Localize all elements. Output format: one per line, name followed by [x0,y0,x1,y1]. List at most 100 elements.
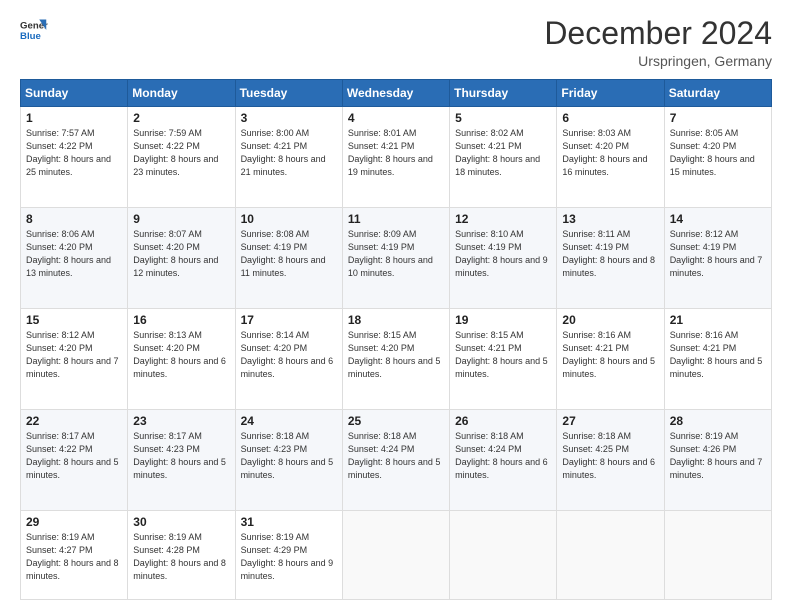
svg-text:Blue: Blue [20,31,41,42]
day-info: Sunrise: 8:00 AMSunset: 4:21 PMDaylight:… [241,127,337,179]
table-row: 8 Sunrise: 8:06 AMSunset: 4:20 PMDaylight… [21,208,128,309]
table-row: 9 Sunrise: 8:07 AMSunset: 4:20 PMDaylight… [128,208,235,309]
col-monday: Monday [128,80,235,107]
table-row: 15 Sunrise: 8:12 AMSunset: 4:20 PMDayligh… [21,309,128,410]
table-row: 18 Sunrise: 8:15 AMSunset: 4:20 PMDayligh… [342,309,449,410]
day-info: Sunrise: 8:09 AMSunset: 4:19 PMDaylight:… [348,228,444,280]
day-info: Sunrise: 8:19 AMSunset: 4:28 PMDaylight:… [133,531,229,583]
day-number: 2 [133,111,229,125]
day-number: 30 [133,515,229,529]
day-info: Sunrise: 8:07 AMSunset: 4:20 PMDaylight:… [133,228,229,280]
table-row: 2 Sunrise: 7:59 AMSunset: 4:22 PMDaylight… [128,107,235,208]
table-row [664,511,771,600]
table-row: 16 Sunrise: 8:13 AMSunset: 4:20 PMDayligh… [128,309,235,410]
day-info: Sunrise: 8:18 AMSunset: 4:25 PMDaylight:… [562,430,658,482]
day-number: 21 [670,313,766,327]
day-number: 4 [348,111,444,125]
table-row: 31Sunrise: 8:19 AMSunset: 4:29 PMDayligh… [235,511,342,600]
day-info: Sunrise: 8:15 AMSunset: 4:20 PMDaylight:… [348,329,444,381]
table-row: 17 Sunrise: 8:14 AMSunset: 4:20 PMDayligh… [235,309,342,410]
day-info: Sunrise: 8:17 AMSunset: 4:23 PMDaylight:… [133,430,229,482]
day-number: 8 [26,212,122,226]
day-info: Sunrise: 8:05 AMSunset: 4:20 PMDaylight:… [670,127,766,179]
day-number: 6 [562,111,658,125]
day-info: Sunrise: 8:19 AMSunset: 4:27 PMDaylight:… [26,531,122,583]
day-number: 5 [455,111,551,125]
table-row: 27 Sunrise: 8:18 AMSunset: 4:25 PMDayligh… [557,410,664,511]
day-number: 28 [670,414,766,428]
table-row: 12 Sunrise: 8:10 AMSunset: 4:19 PMDayligh… [450,208,557,309]
header: General Blue December 2024 Urspringen, G… [20,16,772,69]
page: General Blue December 2024 Urspringen, G… [0,0,792,612]
day-info: Sunrise: 8:16 AMSunset: 4:21 PMDaylight:… [670,329,766,381]
calendar-header-row: Sunday Monday Tuesday Wednesday Thursday… [21,80,772,107]
day-info: Sunrise: 8:10 AMSunset: 4:19 PMDaylight:… [455,228,551,280]
day-number: 25 [348,414,444,428]
calendar-table: Sunday Monday Tuesday Wednesday Thursday… [20,79,772,600]
col-saturday: Saturday [664,80,771,107]
table-row [450,511,557,600]
day-number: 18 [348,313,444,327]
day-info: Sunrise: 8:02 AMSunset: 4:21 PMDaylight:… [455,127,551,179]
day-number: 31 [241,515,337,529]
table-row: 21 Sunrise: 8:16 AMSunset: 4:21 PMDayligh… [664,309,771,410]
day-info: Sunrise: 8:06 AMSunset: 4:20 PMDaylight:… [26,228,122,280]
table-row: 5 Sunrise: 8:02 AMSunset: 4:21 PMDaylight… [450,107,557,208]
col-thursday: Thursday [450,80,557,107]
table-row: 4 Sunrise: 8:01 AMSunset: 4:21 PMDaylight… [342,107,449,208]
day-number: 11 [348,212,444,226]
day-info: Sunrise: 7:59 AMSunset: 4:22 PMDaylight:… [133,127,229,179]
day-info: Sunrise: 8:15 AMSunset: 4:21 PMDaylight:… [455,329,551,381]
day-number: 9 [133,212,229,226]
table-row: 25Sunrise: 8:18 AMSunset: 4:24 PMDayligh… [342,410,449,511]
day-info: Sunrise: 8:08 AMSunset: 4:19 PMDaylight:… [241,228,337,280]
table-row: 14 Sunrise: 8:12 AMSunset: 4:19 PMDayligh… [664,208,771,309]
day-number: 27 [562,414,658,428]
day-info: Sunrise: 7:57 AMSunset: 4:22 PMDaylight:… [26,127,122,179]
logo-icon: General Blue [20,16,48,44]
table-row: 23 Sunrise: 8:17 AMSunset: 4:23 PMDayligh… [128,410,235,511]
day-number: 24 [241,414,337,428]
day-number: 26 [455,414,551,428]
table-row: 10Sunrise: 8:08 AMSunset: 4:19 PMDayligh… [235,208,342,309]
day-number: 7 [670,111,766,125]
day-number: 17 [241,313,337,327]
table-row: 13 Sunrise: 8:11 AMSunset: 4:19 PMDayligh… [557,208,664,309]
day-info: Sunrise: 8:12 AMSunset: 4:19 PMDaylight:… [670,228,766,280]
table-row: 28 Sunrise: 8:19 AMSunset: 4:26 PMDayligh… [664,410,771,511]
table-row: 26 Sunrise: 8:18 AMSunset: 4:24 PMDayligh… [450,410,557,511]
day-number: 12 [455,212,551,226]
day-number: 20 [562,313,658,327]
day-number: 13 [562,212,658,226]
table-row: 19Sunrise: 8:15 AMSunset: 4:21 PMDayligh… [450,309,557,410]
day-number: 29 [26,515,122,529]
day-info: Sunrise: 8:12 AMSunset: 4:20 PMDaylight:… [26,329,122,381]
day-info: Sunrise: 8:01 AMSunset: 4:21 PMDaylight:… [348,127,444,179]
table-row [557,511,664,600]
day-number: 3 [241,111,337,125]
day-number: 16 [133,313,229,327]
day-number: 22 [26,414,122,428]
day-info: Sunrise: 8:13 AMSunset: 4:20 PMDaylight:… [133,329,229,381]
day-info: Sunrise: 8:14 AMSunset: 4:20 PMDaylight:… [241,329,337,381]
table-row: 7 Sunrise: 8:05 AMSunset: 4:20 PMDaylight… [664,107,771,208]
day-info: Sunrise: 8:18 AMSunset: 4:24 PMDaylight:… [455,430,551,482]
day-number: 23 [133,414,229,428]
table-row: 22Sunrise: 8:17 AMSunset: 4:22 PMDayligh… [21,410,128,511]
col-tuesday: Tuesday [235,80,342,107]
day-info: Sunrise: 8:19 AMSunset: 4:26 PMDaylight:… [670,430,766,482]
day-number: 14 [670,212,766,226]
col-wednesday: Wednesday [342,80,449,107]
day-info: Sunrise: 8:18 AMSunset: 4:23 PMDaylight:… [241,430,337,482]
table-row: 6Sunrise: 8:03 AMSunset: 4:20 PMDaylight… [557,107,664,208]
table-row: 11 Sunrise: 8:09 AMSunset: 4:19 PMDayligh… [342,208,449,309]
table-row: 29 Sunrise: 8:19 AMSunset: 4:27 PMDayligh… [21,511,128,600]
table-row: 20Sunrise: 8:16 AMSunset: 4:21 PMDayligh… [557,309,664,410]
table-row: 24 Sunrise: 8:18 AMSunset: 4:23 PMDayligh… [235,410,342,511]
title-block: December 2024 Urspringen, Germany [544,16,772,69]
day-number: 15 [26,313,122,327]
table-row: 30 Sunrise: 8:19 AMSunset: 4:28 PMDayligh… [128,511,235,600]
day-info: Sunrise: 8:11 AMSunset: 4:19 PMDaylight:… [562,228,658,280]
col-friday: Friday [557,80,664,107]
location-subtitle: Urspringen, Germany [544,53,772,69]
